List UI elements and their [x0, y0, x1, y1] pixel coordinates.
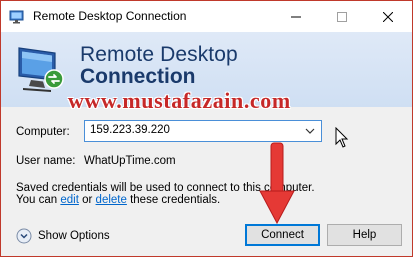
show-options-toggle[interactable]: Show Options: [16, 227, 110, 245]
minimize-button[interactable]: [273, 1, 319, 32]
help-button[interactable]: Help: [327, 224, 402, 246]
red-arrow-annotation: [259, 142, 295, 225]
maximize-icon: [337, 11, 347, 22]
edit-credentials-link[interactable]: edit: [60, 194, 79, 206]
delete-credentials-link[interactable]: delete: [96, 194, 127, 206]
banner-title-line1: Remote Desktop: [80, 43, 238, 66]
chevron-down-circle-icon[interactable]: [16, 228, 32, 244]
close-button[interactable]: [365, 1, 411, 32]
banner-title-line2: Connection: [80, 65, 196, 88]
window-title: Remote Desktop Connection: [33, 9, 187, 23]
show-options-label[interactable]: Show Options: [38, 230, 110, 242]
credentials-suffix: these credentials.: [130, 194, 221, 206]
computer-value[interactable]: 159.223.39.220: [90, 124, 170, 136]
username-label: User name:: [16, 155, 76, 167]
chevron-down-icon[interactable]: [303, 124, 317, 138]
credentials-or: or: [82, 194, 93, 206]
app-icon: [9, 10, 24, 24]
mouse-cursor-icon: [335, 127, 349, 148]
username-value: WhatUpTime.com: [84, 155, 176, 167]
title-bar[interactable]: Remote Desktop Connection: [1, 1, 412, 32]
connect-button[interactable]: Connect: [245, 224, 320, 246]
minimize-icon: [291, 16, 301, 17]
close-icon: [383, 11, 393, 22]
watermark-text: www.mustafazain.com: [68, 88, 291, 113]
credentials-prefix: You can: [16, 194, 58, 206]
computer-label: Computer:: [16, 126, 70, 138]
rdc-window: Remote Desktop Connection Remote Desktop…: [0, 0, 413, 257]
credentials-actions: You can edit or delete these credentials…: [16, 194, 220, 206]
monitor-connection-icon: [18, 47, 64, 92]
maximize-button[interactable]: [319, 1, 365, 32]
computer-combobox[interactable]: 159.223.39.220: [84, 120, 322, 142]
